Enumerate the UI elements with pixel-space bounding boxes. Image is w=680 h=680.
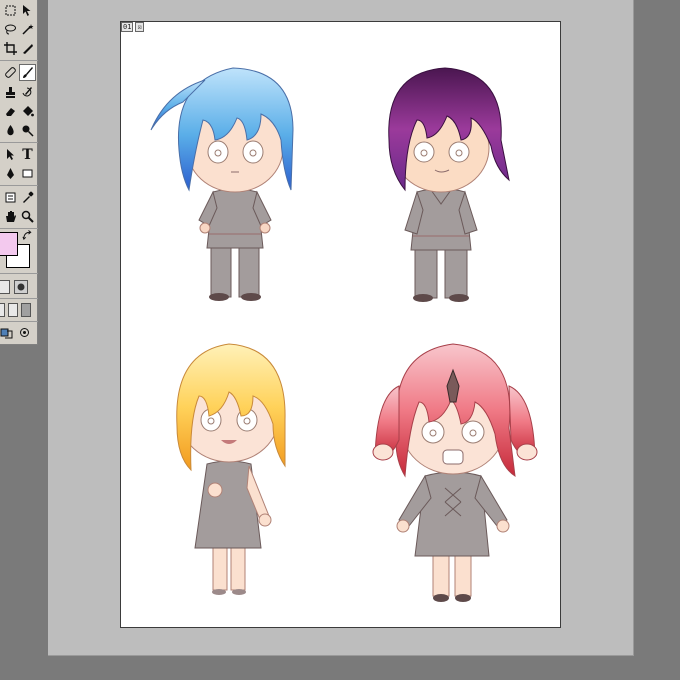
eraser-tool-icon[interactable]	[2, 103, 19, 120]
foreground-color-swatch[interactable]	[0, 232, 18, 256]
screen-mode-full-menu-icon[interactable]	[8, 303, 18, 317]
extra-tool-icon[interactable]	[16, 324, 33, 341]
dodge-tool-icon[interactable]	[19, 122, 36, 139]
clone-stamp-tool-icon[interactable]	[2, 84, 19, 101]
standard-mode-icon[interactable]	[0, 280, 10, 294]
jump-to-imageready-icon[interactable]	[0, 324, 15, 341]
lasso-tool-icon[interactable]	[2, 21, 19, 38]
screen-mode-full-icon[interactable]	[21, 303, 31, 317]
quick-mask-mode-icon[interactable]	[14, 280, 28, 294]
chibi-blonde-girl	[176, 343, 286, 595]
zoom-tool-icon[interactable]	[19, 208, 36, 225]
document-indicators: 01 ☒	[121, 22, 144, 32]
tools-palette: T	[0, 0, 38, 345]
document-canvas[interactable]: 01 ☒	[120, 21, 561, 628]
screen-mode-standard-icon[interactable]	[0, 303, 5, 317]
magic-wand-tool-icon[interactable]	[19, 21, 36, 38]
chibi-pink-hair-girl	[372, 343, 538, 602]
pen-tool-icon[interactable]	[2, 165, 19, 182]
chibi-blue-hair-boy	[150, 67, 294, 301]
chibi-purple-hair-boy	[388, 67, 510, 302]
healing-brush-tool-icon[interactable]	[2, 64, 19, 81]
hand-tool-icon[interactable]	[2, 208, 19, 225]
swap-colors-icon[interactable]	[22, 229, 34, 240]
history-brush-tool-icon[interactable]	[19, 84, 36, 101]
slice-tool-icon[interactable]	[19, 40, 36, 57]
blur-tool-icon[interactable]	[2, 122, 19, 139]
paint-bucket-tool-icon[interactable]	[19, 103, 36, 120]
shape-tool-icon[interactable]	[19, 165, 36, 182]
move-tool-icon[interactable]	[19, 2, 36, 19]
marquee-tool-icon[interactable]	[2, 2, 19, 19]
type-tool-icon[interactable]: T	[19, 146, 36, 163]
brush-tool-icon[interactable]	[19, 64, 36, 81]
path-selection-tool-icon[interactable]	[2, 146, 19, 163]
eyedropper-tool-icon[interactable]	[19, 189, 36, 206]
document-close-tag[interactable]: ☒	[135, 22, 144, 32]
crop-tool-icon[interactable]	[2, 40, 19, 57]
notes-tool-icon[interactable]	[2, 189, 19, 206]
document-number-tag: 01	[121, 22, 134, 32]
